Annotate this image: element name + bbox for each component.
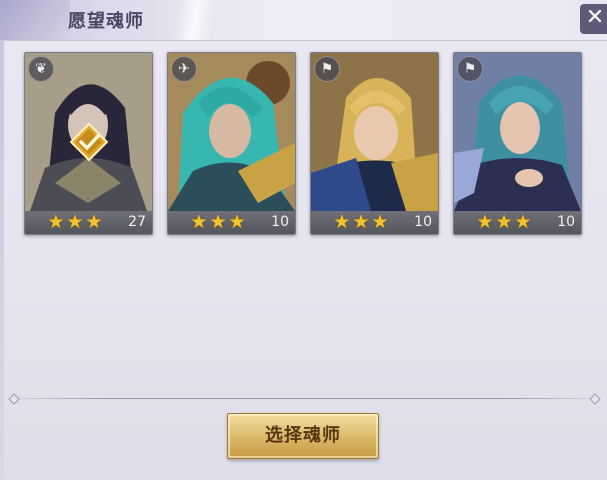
title-decoration (0, 0, 70, 40)
card-info-bar: ★ ★ ★ 27 (25, 211, 152, 234)
star-rating: ★ ★ ★ (311, 211, 411, 234)
card-level: 10 (557, 214, 575, 230)
soul-master-card-4[interactable]: ⚑ ★ ★ ★ 10 (453, 52, 582, 235)
window-title: 愿望魂师 (68, 11, 144, 32)
star-icon: ★ (352, 211, 370, 233)
star-rating: ★ ★ ★ (168, 211, 268, 234)
close-icon: ✕ (585, 5, 605, 30)
card-info-bar: ★ ★ ★ 10 (168, 211, 295, 234)
star-icon: ★ (85, 211, 103, 233)
star-icon: ★ (333, 211, 351, 233)
star-icon: ★ (209, 211, 227, 233)
star-rating: ★ ★ ★ (454, 211, 554, 234)
soul-master-card-3[interactable]: ⚑ ★ ★ ★ 10 (310, 52, 439, 235)
section-divider (12, 398, 597, 399)
soul-master-card-2[interactable]: ✈ ★ ★ ★ 10 (167, 52, 296, 235)
card-level: 27 (128, 214, 146, 230)
star-icon: ★ (476, 211, 494, 233)
banner-icon: ⚑ (314, 56, 340, 82)
star-icon: ★ (47, 211, 65, 233)
title-light-streak (150, 0, 240, 40)
dove-icon: ✈ (171, 56, 197, 82)
divider-ornament (589, 393, 601, 405)
close-button[interactable]: ✕ (580, 4, 607, 34)
wing-icon: ❦ (28, 56, 54, 82)
card-info-bar: ★ ★ ★ 10 (454, 211, 581, 234)
soul-master-card-1[interactable]: ❦ ★ ★ ★ 27 (24, 52, 153, 235)
select-soul-master-button[interactable]: 选择魂师 (227, 413, 379, 459)
card-level: 10 (271, 214, 289, 230)
star-icon: ★ (514, 211, 532, 233)
select-button-label: 选择魂师 (265, 425, 341, 446)
panel-edge (0, 40, 4, 480)
star-rating: ★ ★ ★ (25, 211, 125, 234)
window-header: 愿望魂师 ✕ (0, 0, 607, 41)
star-icon: ★ (371, 211, 389, 233)
star-icon: ★ (228, 211, 246, 233)
selected-check-icon (70, 123, 108, 161)
divider-ornament (8, 393, 20, 405)
star-icon: ★ (495, 211, 513, 233)
star-icon: ★ (190, 211, 208, 233)
banner-icon: ⚑ (457, 56, 483, 82)
card-info-bar: ★ ★ ★ 10 (311, 211, 438, 234)
star-icon: ★ (66, 211, 84, 233)
card-level: 10 (414, 214, 432, 230)
